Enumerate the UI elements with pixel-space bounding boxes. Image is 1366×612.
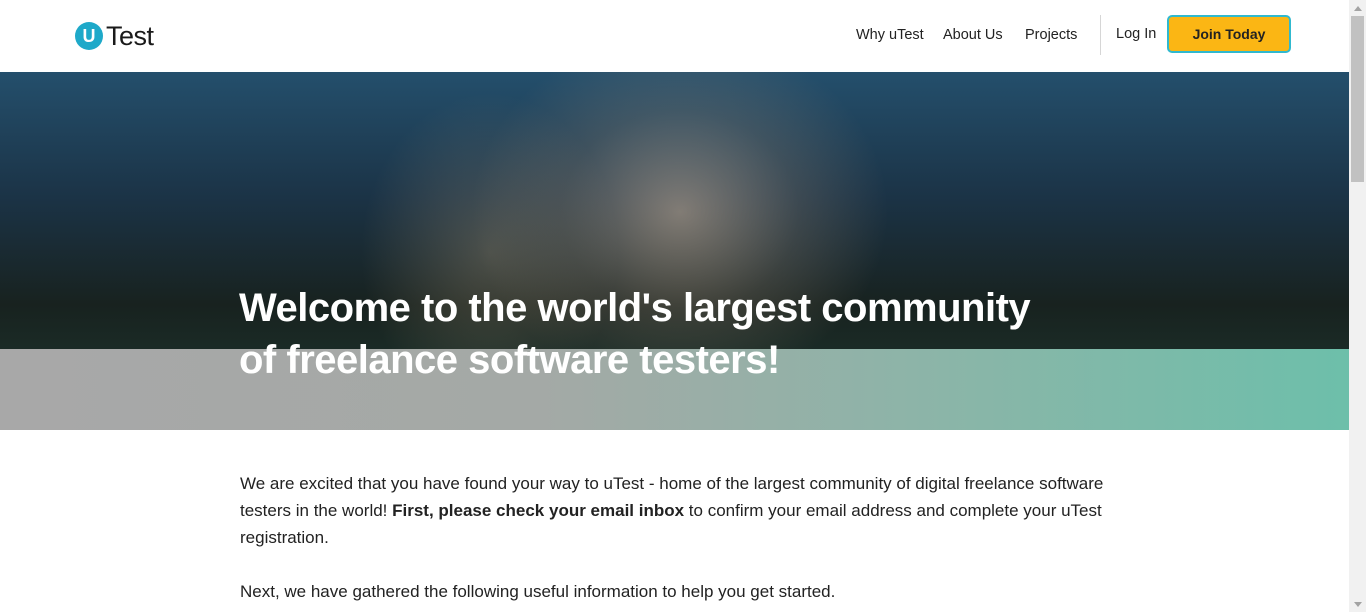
join-today-button[interactable]: Join Today	[1167, 15, 1291, 53]
intro-text-bold: First, please check your email inbox	[392, 501, 685, 520]
logo-badge-icon: U	[75, 22, 103, 50]
main-content: We are excited that you have found your …	[240, 470, 1140, 612]
scroll-up-icon[interactable]	[1349, 0, 1366, 16]
site-header: U Test Why uTest About Us Projects Log I…	[0, 0, 1349, 72]
scroll-down-icon[interactable]	[1349, 596, 1366, 612]
intro-paragraph: We are excited that you have found your …	[240, 470, 1140, 551]
nav-divider	[1100, 15, 1101, 55]
nav-about-us[interactable]: About Us	[943, 27, 1003, 43]
login-link[interactable]: Log In	[1116, 26, 1156, 42]
nav-projects[interactable]: Projects	[1025, 27, 1077, 43]
next-paragraph: Next, we have gathered the following use…	[240, 582, 836, 601]
hero-title: Welcome to the world's largest community…	[239, 282, 1099, 386]
logo-text: Test	[106, 20, 154, 51]
nav-why-utest[interactable]: Why uTest	[856, 27, 924, 43]
hero-banner: Welcome to the world's largest community…	[0, 72, 1349, 430]
scrollbar-thumb[interactable]	[1351, 16, 1364, 182]
hero-title-line1: Welcome to the world's largest community	[239, 286, 1031, 330]
hero-title-line2: of freelance software testers!	[239, 338, 780, 382]
utest-logo[interactable]: U Test	[75, 21, 154, 51]
